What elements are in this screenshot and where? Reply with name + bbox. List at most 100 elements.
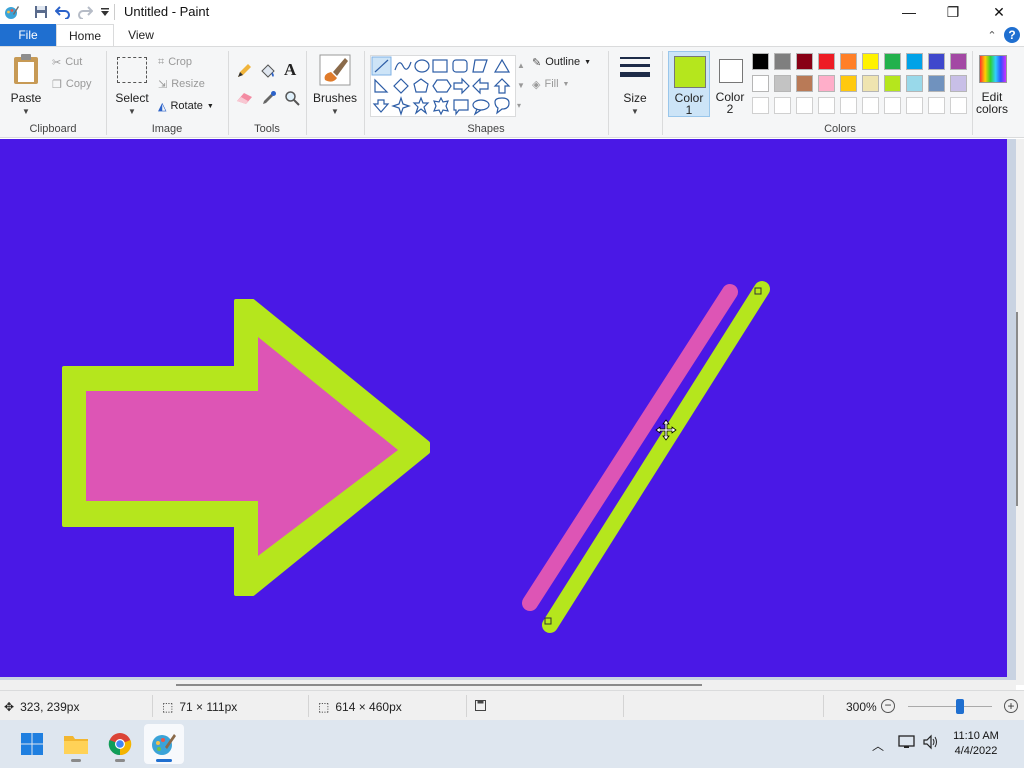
palette-swatch[interactable] (906, 97, 923, 114)
paste-button[interactable]: Paste ▼ (8, 53, 44, 117)
size-dropdown-icon: ▼ (631, 107, 639, 116)
palette-swatch[interactable] (884, 97, 901, 114)
copy-button[interactable]: ❐ Copy (52, 75, 92, 93)
palette-swatch[interactable] (840, 53, 857, 70)
shapes-scroll-icons[interactable]: ▲ ▼ ▾ (517, 56, 525, 116)
show-hidden-icons-chevron-icon[interactable]: ︿ (872, 737, 884, 754)
palette-swatch[interactable] (840, 97, 857, 114)
vertical-scroll-thumb[interactable] (1016, 312, 1018, 506)
fill-button[interactable]: ◈ Fill ▼ (532, 75, 569, 93)
customize-quick-access-icon[interactable] (96, 3, 114, 21)
taskbar-file-explorer[interactable] (56, 724, 96, 764)
tab-home[interactable]: Home (56, 24, 114, 46)
cut-button[interactable]: ✂ Cut (52, 53, 82, 71)
palette-swatch[interactable] (774, 75, 791, 92)
resize-icon: ⇲ (158, 78, 168, 91)
zoom-slider-thumb[interactable] (956, 699, 965, 714)
palette-swatch[interactable] (796, 97, 813, 114)
brush-icon (319, 54, 351, 86)
copy-label: Copy (65, 78, 92, 90)
magnifier-icon[interactable] (284, 90, 300, 109)
tab-file[interactable]: File (0, 24, 56, 46)
outline-label: Outline (545, 56, 581, 68)
help-icon[interactable]: ? (1004, 27, 1020, 43)
taskbar-chrome[interactable] (100, 724, 140, 764)
select-rectangle-icon (117, 57, 147, 83)
running-indicator (71, 759, 81, 762)
edit-colors-button[interactable]: Edit colors (974, 51, 1012, 121)
tab-view[interactable]: View (118, 24, 164, 46)
color-picker-icon[interactable] (261, 90, 277, 109)
palette-swatch[interactable] (774, 97, 791, 114)
zoom-level: 300% (846, 700, 877, 714)
folder-icon (64, 736, 88, 754)
zoom-in-button[interactable]: + (1004, 699, 1018, 713)
color2-button[interactable]: Color 2 (712, 51, 748, 117)
palette-swatch[interactable] (796, 53, 813, 70)
color2-swatch (719, 59, 743, 83)
palette-swatch[interactable] (752, 97, 769, 114)
palette-swatch[interactable] (796, 75, 813, 92)
close-button[interactable]: ✕ (976, 0, 1022, 24)
palette-swatch[interactable] (928, 53, 945, 70)
palette-swatch[interactable] (950, 97, 967, 114)
brushes-dropdown-icon: ▼ (331, 107, 339, 116)
palette-swatch[interactable] (950, 75, 967, 92)
palette-swatch[interactable] (818, 53, 835, 70)
palette-swatch[interactable] (906, 75, 923, 92)
group-label-shapes: Shapes (467, 123, 505, 135)
palette-swatch[interactable] (862, 75, 879, 92)
fill-bucket-icon[interactable] (259, 63, 277, 82)
resize-button[interactable]: ⇲ Resize (158, 75, 205, 93)
palette-swatch[interactable] (752, 75, 769, 92)
color1-button[interactable]: Color 1 (668, 51, 710, 117)
minimize-button[interactable]: — (886, 0, 932, 24)
text-tool-icon[interactable]: A (284, 60, 296, 80)
brushes-button[interactable]: Brushes ▼ (312, 53, 358, 119)
outline-button[interactable]: ✎ Outline ▼ (532, 53, 591, 71)
redo-icon[interactable] (76, 3, 94, 21)
palette-swatch[interactable] (928, 75, 945, 92)
start-button[interactable] (12, 724, 52, 764)
save-icon[interactable] (32, 3, 50, 21)
cursor-position: ✥ 323, 239px (4, 700, 79, 714)
group-label-image: Image (151, 123, 183, 135)
select-button[interactable]: Select ▼ (112, 53, 152, 117)
network-icon[interactable] (898, 734, 916, 753)
palette-swatch[interactable] (862, 97, 879, 114)
collapse-ribbon-icon[interactable]: ⌃ (984, 27, 1000, 43)
eraser-icon[interactable] (236, 91, 254, 108)
horizontal-scroll-thumb[interactable] (176, 684, 702, 686)
maximize-button[interactable]: ❐ (930, 0, 976, 24)
palette-swatch[interactable] (862, 53, 879, 70)
palette-swatch[interactable] (818, 97, 835, 114)
size-button[interactable]: Size ▼ (614, 53, 656, 119)
palette-swatch[interactable] (906, 53, 923, 70)
palette-swatch[interactable] (884, 53, 901, 70)
drawing-canvas[interactable] (0, 139, 1007, 677)
size-line-thin (620, 57, 650, 59)
palette-swatch[interactable] (950, 53, 967, 70)
palette-swatch[interactable] (818, 75, 835, 92)
crop-button[interactable]: ⌗ Crop (158, 53, 192, 71)
palette-swatch[interactable] (840, 75, 857, 92)
resize-label: Resize (171, 78, 205, 90)
paste-dropdown-icon: ▼ (22, 107, 30, 116)
palette-swatch[interactable] (928, 97, 945, 114)
palette-swatch[interactable] (752, 53, 769, 70)
taskbar-paint[interactable] (144, 724, 184, 764)
pencil-icon[interactable] (236, 63, 252, 82)
paint-app-icon[interactable] (2, 3, 20, 21)
selection-size-value: 71 × 111px (179, 700, 238, 714)
undo-icon[interactable] (54, 3, 72, 21)
rotate-button[interactable]: ◭ Rotate ▼ (158, 97, 214, 115)
palette-swatch[interactable] (884, 75, 901, 92)
status-separator (466, 695, 467, 717)
zoom-slider-track[interactable] (908, 706, 992, 707)
palette-swatch[interactable] (774, 53, 791, 70)
green-line (542, 281, 770, 633)
scissors-icon: ✂ (52, 56, 62, 69)
size-label: Size (623, 91, 647, 105)
zoom-out-button[interactable]: − (881, 699, 895, 713)
system-clock[interactable]: 11:10 AM 4/4/2022 (936, 729, 1016, 759)
